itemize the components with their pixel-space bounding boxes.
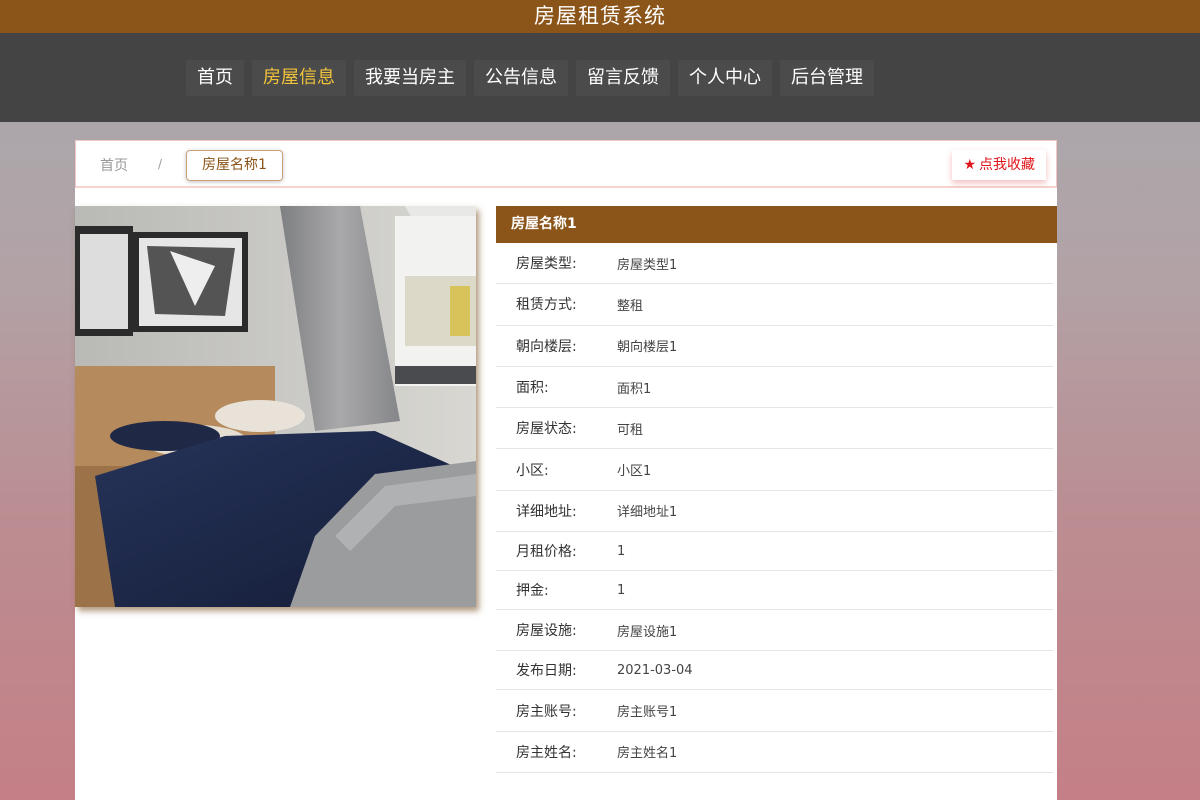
field-label: 押金: <box>516 583 549 600</box>
main-nav: 首页 房屋信息 我要当房主 公告信息 留言反馈 个人中心 后台管理 <box>0 33 1200 122</box>
field-value: 2021-03-04 <box>617 662 693 678</box>
field-value: 1 <box>617 582 626 598</box>
field-value: 详细地址1 <box>617 505 678 521</box>
info-row: 房主账号: 房主账号1 <box>496 690 1053 732</box>
field-label: 房主账号: <box>516 703 577 720</box>
nav-item-feedback[interactable]: 留言反馈 <box>576 60 670 96</box>
field-value: 1 <box>617 543 626 559</box>
field-value: 房主姓名1 <box>617 746 678 762</box>
field-label: 租赁方式: <box>516 297 577 314</box>
breadcrumb-home-link[interactable]: 首页 <box>100 155 128 175</box>
field-label: 月租价格: <box>516 544 577 561</box>
nav-item-announcements[interactable]: 公告信息 <box>474 60 568 96</box>
info-row: 房屋类型: 房屋类型1 <box>496 243 1053 285</box>
field-value: 房主账号1 <box>617 705 678 721</box>
nav-item-house-info[interactable]: 房屋信息 <box>252 60 346 96</box>
field-label: 详细地址: <box>516 503 577 520</box>
field-value: 面积1 <box>617 381 652 397</box>
nav-list: 首页 房屋信息 我要当房主 公告信息 留言反馈 个人中心 后台管理 <box>186 60 874 96</box>
field-label: 房屋设施: <box>516 623 577 640</box>
info-row: 面积: 面积1 <box>496 367 1053 409</box>
bedroom-photo-illustration <box>75 206 476 607</box>
detail-panel: 首页 / 房屋名称1 ★ 点我收藏 房屋名称1 房屋类型: 房屋类型1 租赁方式… <box>75 140 1057 800</box>
info-row: 发布日期: 2021-03-04 <box>496 651 1053 691</box>
info-row: 朝向楼层: 朝向楼层1 <box>496 326 1053 367</box>
field-label: 房屋类型: <box>516 256 577 273</box>
field-value: 整租 <box>617 298 644 314</box>
info-row: 房主姓名: 房主姓名1 <box>496 732 1053 773</box>
field-label: 小区: <box>516 462 549 479</box>
house-info: 房屋名称1 房屋类型: 房屋类型1 租赁方式: 整租 朝向楼层: 朝向楼层1 面… <box>496 206 1057 773</box>
house-name-header: 房屋名称1 <box>496 206 1057 243</box>
info-row: 月租价格: 1 <box>496 532 1053 572</box>
field-label: 发布日期: <box>516 663 577 680</box>
info-row: 房屋状态: 可租 <box>496 408 1053 450</box>
breadcrumb-separator: / <box>158 157 163 171</box>
breadcrumb-current: 房屋名称1 <box>186 150 283 181</box>
field-value: 房屋设施1 <box>617 624 678 640</box>
nav-item-admin[interactable]: 后台管理 <box>780 60 874 96</box>
favorite-label: 点我收藏 <box>979 157 1035 173</box>
info-row: 小区: 小区1 <box>496 449 1053 491</box>
info-row: 详细地址: 详细地址1 <box>496 491 1053 533</box>
field-value: 可租 <box>617 422 644 438</box>
nav-item-personal-center[interactable]: 个人中心 <box>678 60 772 96</box>
house-photo <box>75 206 476 607</box>
field-label: 房主姓名: <box>516 744 577 761</box>
field-label: 面积: <box>516 380 549 397</box>
star-icon: ★ <box>963 157 976 173</box>
breadcrumb: 首页 / 房屋名称1 ★ 点我收藏 <box>75 140 1057 188</box>
info-row: 押金: 1 <box>496 571 1053 611</box>
field-label: 房屋状态: <box>516 421 577 438</box>
field-value: 小区1 <box>617 464 652 480</box>
nav-item-become-landlord[interactable]: 我要当房主 <box>354 60 466 96</box>
site-title: 房屋租赁系统 <box>0 0 1200 33</box>
field-value: 房屋类型1 <box>617 257 678 273</box>
favorite-button[interactable]: ★ 点我收藏 <box>952 150 1046 180</box>
field-value: 朝向楼层1 <box>617 340 678 356</box>
nav-item-home[interactable]: 首页 <box>186 60 244 96</box>
info-row: 租赁方式: 整租 <box>496 284 1053 326</box>
field-label: 朝向楼层: <box>516 338 577 355</box>
info-row: 房屋设施: 房屋设施1 <box>496 610 1053 652</box>
